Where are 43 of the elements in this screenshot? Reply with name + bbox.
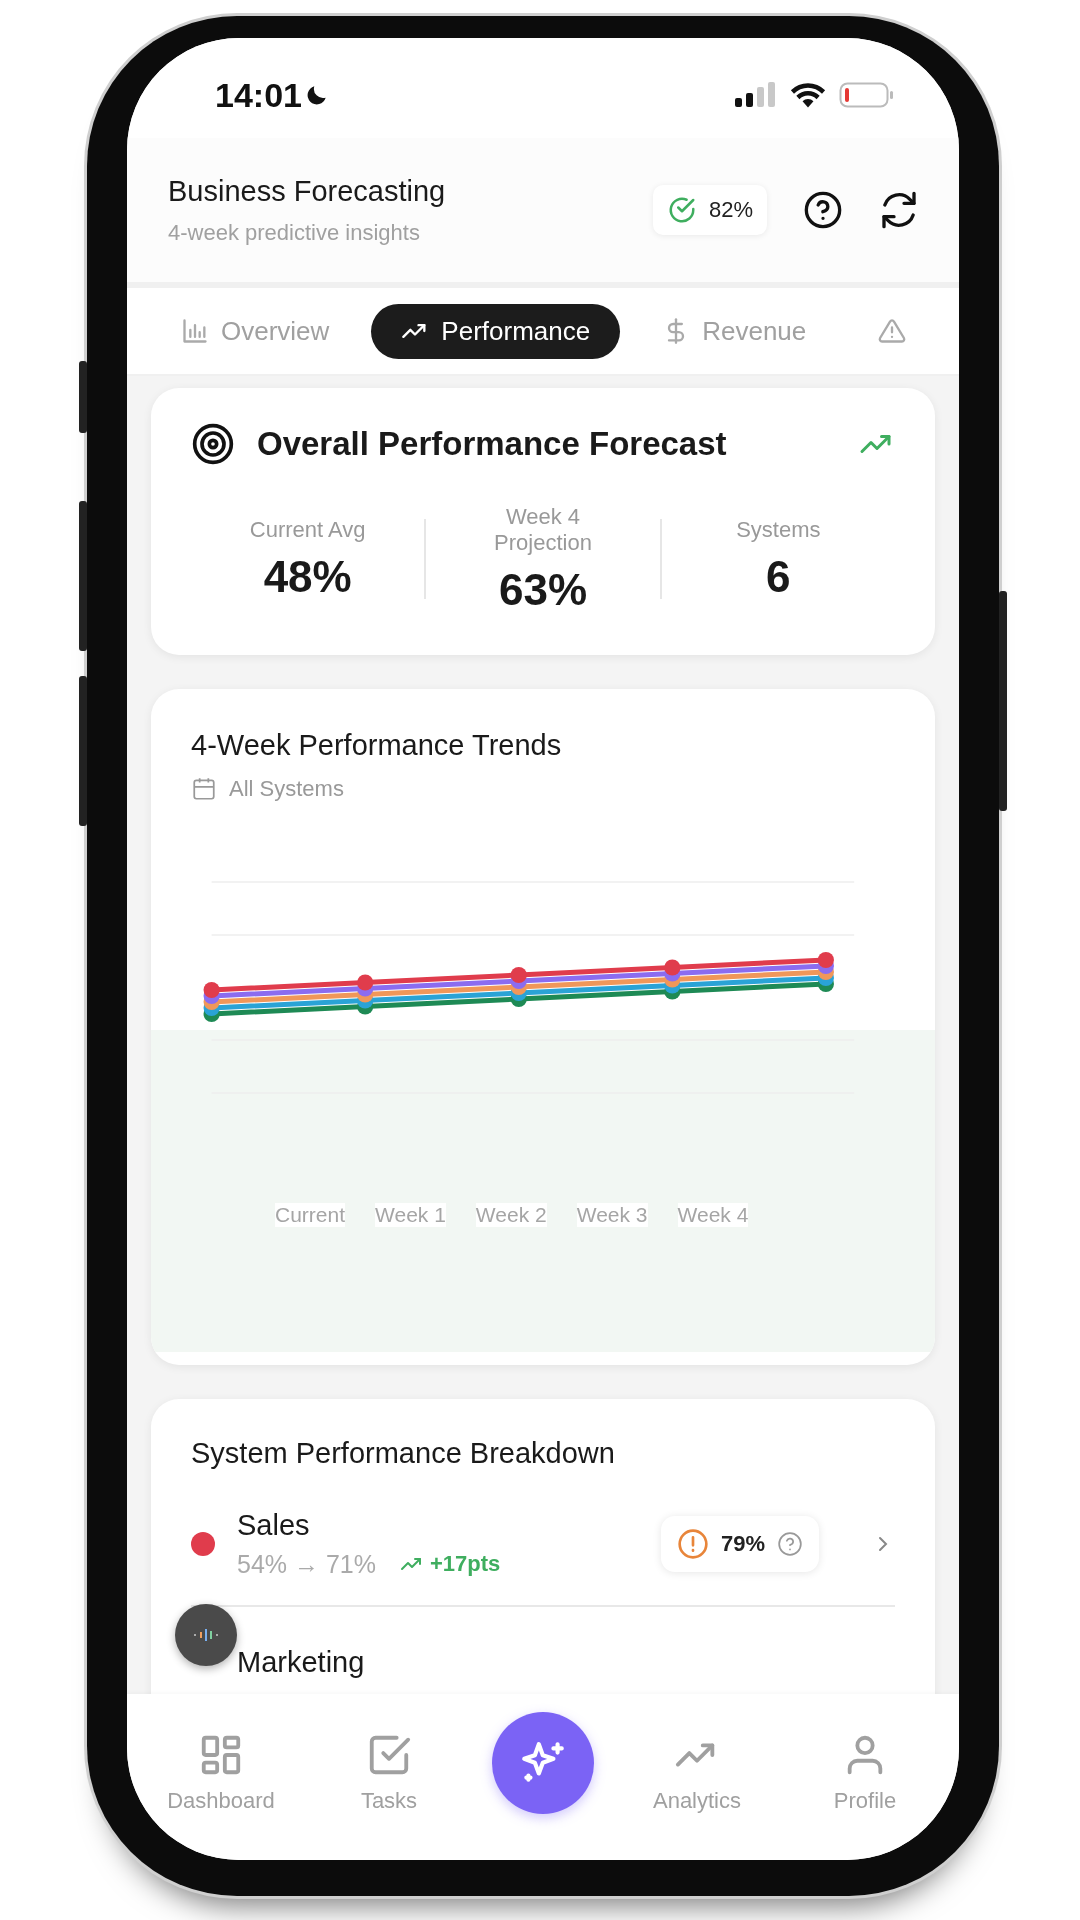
nav-item[interactable]: Dashboard bbox=[156, 1712, 286, 1814]
stat-label: Current Avg bbox=[249, 517, 366, 544]
waveform-icon bbox=[194, 1629, 218, 1641]
card-title: 4-Week Performance Trends bbox=[190, 728, 563, 762]
stat-label: Week 4 Projection bbox=[493, 504, 593, 557]
score-badge[interactable]: 79% bbox=[660, 1516, 819, 1573]
card-title: Overall Performance Forecast bbox=[257, 425, 728, 463]
axis-label: Current bbox=[275, 1202, 346, 1227]
system-name[interactable]: Sales bbox=[237, 1509, 639, 1542]
signal-icon bbox=[733, 82, 777, 108]
stat-value: 63% bbox=[498, 564, 588, 615]
stat-value: 48% bbox=[263, 551, 352, 602]
help-icon[interactable] bbox=[803, 190, 843, 230]
alert-icon bbox=[676, 1528, 709, 1561]
wifi-icon bbox=[789, 81, 827, 109]
chart-subtitle: All Systems bbox=[229, 775, 344, 802]
tab[interactable]: Revenue bbox=[632, 303, 837, 359]
calendar-icon bbox=[191, 775, 217, 802]
bar-chart-icon bbox=[181, 317, 209, 345]
help-icon bbox=[777, 1531, 803, 1558]
nav-item[interactable]: Profile bbox=[800, 1712, 930, 1814]
tab[interactable]: Performance bbox=[371, 303, 621, 359]
stat-label: Systems bbox=[736, 517, 821, 544]
battery-icon bbox=[839, 81, 895, 109]
target-icon bbox=[191, 422, 235, 466]
refresh-icon[interactable] bbox=[879, 190, 919, 230]
system-name[interactable]: Marketing bbox=[237, 1646, 895, 1679]
tab[interactable]: Overview bbox=[151, 303, 360, 359]
score-value: 79% bbox=[720, 1531, 765, 1558]
nav-item[interactable]: Tasks bbox=[324, 1712, 454, 1814]
app-subtitle: 4-week predictive insights bbox=[168, 219, 421, 246]
nav-item[interactable]: Analytics bbox=[632, 1712, 762, 1814]
stat-value: 6 bbox=[766, 551, 791, 602]
axis-label: Week 1 bbox=[375, 1202, 446, 1227]
confidence-value: 82% bbox=[708, 197, 753, 223]
app-title: Business Forecasting bbox=[168, 174, 446, 208]
change-value: +17pts bbox=[429, 1551, 501, 1578]
card-title: System Performance Breakdown bbox=[191, 1436, 616, 1470]
warning-icon bbox=[878, 317, 907, 345]
status-time: 14:01 bbox=[215, 75, 302, 115]
ai-button[interactable] bbox=[492, 1712, 594, 1814]
range-text: 54% → 71% bbox=[237, 1549, 376, 1579]
check-circle-icon bbox=[666, 195, 697, 225]
